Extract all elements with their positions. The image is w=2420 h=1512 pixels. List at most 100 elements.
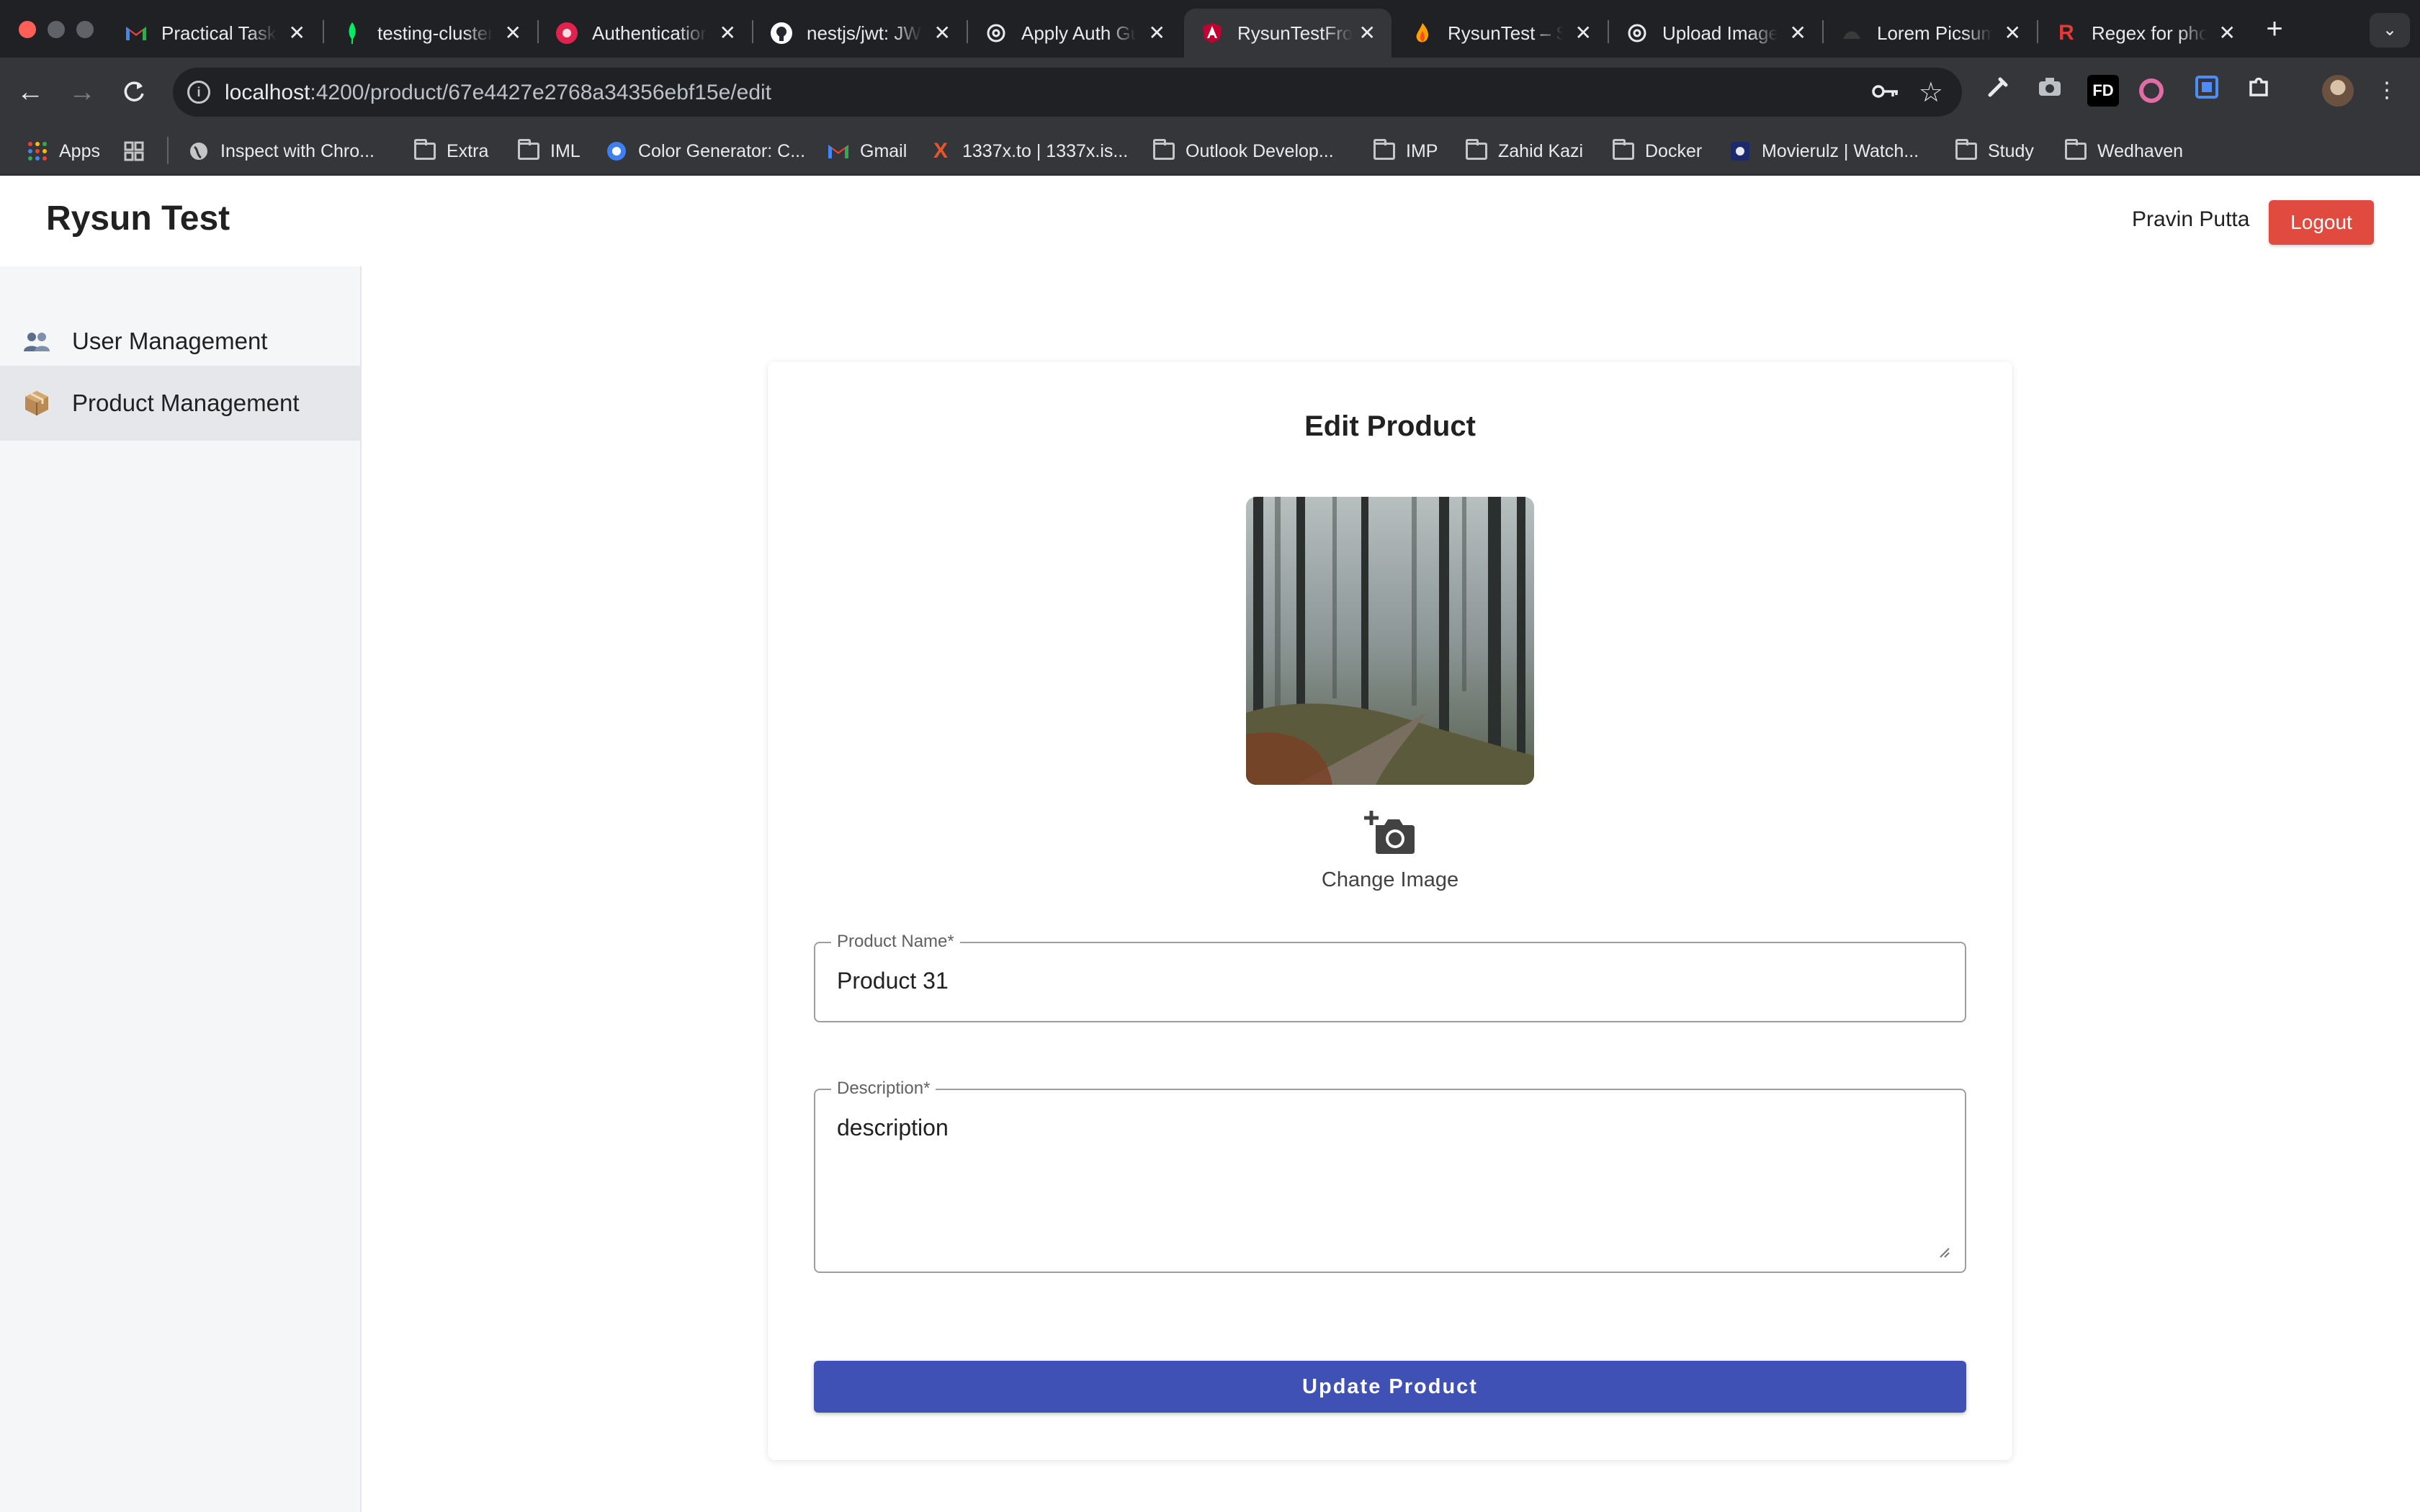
tab-title: RysunTestFrontend: [1237, 22, 1353, 44]
description-field[interactable]: Description* description: [814, 1079, 1966, 1273]
logout-button[interactable]: Logout: [2269, 200, 2374, 245]
resize-handle-icon[interactable]: [1937, 1246, 1950, 1259]
change-image-link[interactable]: Change Image: [768, 868, 2012, 892]
browser-tab[interactable]: Authentication ✕: [539, 9, 752, 58]
bookmark-inspect[interactable]: Inspect with Chro...: [187, 138, 375, 164]
new-tab-button[interactable]: +: [2259, 13, 2290, 45]
bookmark-folder-docker[interactable]: Docker: [1612, 138, 1702, 164]
picsum-icon: [1841, 22, 1863, 44]
browser-tab[interactable]: Apply Auth Guard ✕: [968, 9, 1181, 58]
password-key-icon[interactable]: [1871, 79, 1900, 109]
browser-tab-active[interactable]: RysunTestFrontend ✕: [1184, 9, 1392, 58]
bookmark-label: Movierulz | Watch...: [1762, 140, 1919, 161]
product-name-input[interactable]: [837, 968, 1917, 994]
address-bar[interactable]: i localhost:4200/product/67e4427e2768a34…: [173, 68, 1962, 117]
bookmark-folder-extra[interactable]: Extra: [413, 138, 488, 164]
extensions-puzzle-icon[interactable]: [2243, 75, 2275, 107]
close-icon[interactable]: ✕: [289, 23, 305, 43]
maximize-window-button[interactable]: [76, 21, 94, 38]
bookmark-folder-outlook[interactable]: Outlook Develop...: [1152, 138, 1334, 164]
folder-icon: [1466, 139, 1487, 160]
bookmark-label: Outlook Develop...: [1186, 140, 1334, 161]
sidebar-item-label: Product Management: [72, 390, 300, 416]
url-path: :4200/product/67e4427e2768a34356ebf15e/e…: [310, 81, 771, 104]
bookmark-folder-iml[interactable]: IML: [517, 138, 581, 164]
tab-title: Regex for phone: [2092, 22, 2207, 44]
regexr-icon: R: [2058, 21, 2074, 45]
minimize-window-button[interactable]: [48, 21, 65, 38]
tab-search-button[interactable]: ⌄: [2370, 13, 2410, 48]
close-icon[interactable]: ✕: [505, 23, 521, 43]
close-icon[interactable]: ✕: [1149, 23, 1165, 43]
folder-icon: [1613, 139, 1634, 160]
browser-tab[interactable]: Lorem Picsum ✕: [1824, 9, 2037, 58]
github-icon: [771, 22, 792, 44]
color-ring-extension-icon[interactable]: [2139, 78, 2164, 103]
bookmark-label: Docker: [1645, 140, 1703, 161]
bookmark-label: Color Generator: C...: [638, 140, 806, 161]
browser-toolbar: ← → i localhost:4200/product/67e4427e276…: [0, 58, 2420, 127]
close-icon[interactable]: ✕: [2219, 23, 2236, 43]
sidebar-item-product-management[interactable]: Product Management: [0, 366, 360, 441]
bookmark-folder-zahid-kazi[interactable]: Zahid Kazi: [1465, 138, 1583, 164]
description-textarea[interactable]: description: [837, 1115, 1917, 1141]
close-window-button[interactable]: [19, 21, 36, 38]
product-image: [1246, 497, 1534, 785]
browser-tab-strip: Practical Task ✕ testing-cluster ✕ Authe…: [0, 0, 2420, 58]
bookmark-movierulz[interactable]: Movierulz | Watch...: [1729, 138, 1919, 164]
bookmark-1337x[interactable]: X 1337x.to | 1337x.is...: [929, 138, 1128, 164]
profile-avatar[interactable]: [2322, 75, 2354, 107]
browser-tab[interactable]: Upload Image ✕: [1609, 9, 1822, 58]
eyedropper-extension-icon[interactable]: [1982, 75, 2014, 107]
update-product-button[interactable]: Update Product: [814, 1361, 1966, 1413]
site-info-icon[interactable]: i: [187, 81, 210, 104]
close-icon[interactable]: ✕: [2004, 23, 2021, 43]
close-icon[interactable]: ✕: [1359, 23, 1376, 43]
grid-icon: [122, 141, 145, 161]
bookmark-folder-study[interactable]: Study: [1955, 138, 2034, 164]
bookmark-grid[interactable]: [122, 138, 156, 164]
users-icon: [23, 328, 50, 355]
browser-tab[interactable]: nestjs/jwt: JWT ✕: [753, 9, 967, 58]
bookmark-label: IML: [550, 140, 581, 161]
package-icon: [23, 390, 50, 417]
browser-tab[interactable]: RysunTest – Storage ✕: [1394, 9, 1608, 58]
bookmark-folder-wedhaven[interactable]: Wedhaven: [2064, 138, 2183, 164]
url-text[interactable]: localhost:4200/product/67e4427e2768a3435…: [225, 81, 771, 105]
x-icon: X: [933, 139, 948, 163]
bookmark-folder-imp[interactable]: IMP: [1373, 138, 1438, 164]
bookmark-color-generator[interactable]: Color Generator: C...: [605, 138, 805, 164]
screenshot-extension-icon[interactable]: [2191, 75, 2223, 107]
browser-tab[interactable]: Practical Task ✕: [108, 9, 321, 58]
close-icon[interactable]: ✕: [720, 23, 736, 43]
camera-extension-icon[interactable]: [2034, 75, 2066, 107]
chatgpt-icon: [985, 22, 1007, 44]
forward-arrow-icon[interactable]: →: [63, 73, 101, 111]
tab-title: Apply Auth Guard: [1021, 22, 1137, 44]
product-name-label: Product Name*: [831, 932, 960, 952]
color-generator-icon: [605, 141, 628, 161]
bookmark-label: Gmail: [860, 140, 908, 161]
bookmark-label: IMP: [1406, 140, 1438, 161]
edit-product-card: Edit Product Change Image Product Name* …: [768, 361, 2012, 1460]
reload-icon[interactable]: [115, 73, 153, 111]
bookmark-label: 1337x.to | 1337x.is...: [962, 140, 1129, 161]
close-icon[interactable]: ✕: [934, 23, 951, 43]
bookmark-label: Wedhaven: [2097, 140, 2184, 161]
bookmark-label: Apps: [59, 140, 100, 161]
browser-tab[interactable]: testing-cluster ✕: [324, 9, 537, 58]
fd-extension-icon[interactable]: FD: [2087, 75, 2119, 107]
bookmark-apps[interactable]: Apps: [26, 138, 100, 164]
more-menu-icon[interactable]: ⋮: [2371, 75, 2403, 107]
mongodb-leaf-icon: [341, 22, 363, 44]
bookmarks-bar: Apps Inspect with Chro... Extra IML Colo…: [0, 127, 2420, 176]
add-photo-camera-icon[interactable]: [1364, 809, 1416, 855]
back-arrow-icon[interactable]: ←: [12, 73, 49, 111]
close-icon[interactable]: ✕: [1575, 23, 1592, 43]
product-name-field[interactable]: Product Name*: [814, 932, 1966, 1022]
close-icon[interactable]: ✕: [1790, 23, 1806, 43]
bookmark-gmail[interactable]: Gmail: [827, 138, 907, 164]
angular-icon: [1201, 22, 1223, 44]
browser-tab[interactable]: R Regex for phone ✕: [2038, 9, 2251, 58]
bookmark-star-icon[interactable]: ☆: [1919, 76, 1943, 109]
